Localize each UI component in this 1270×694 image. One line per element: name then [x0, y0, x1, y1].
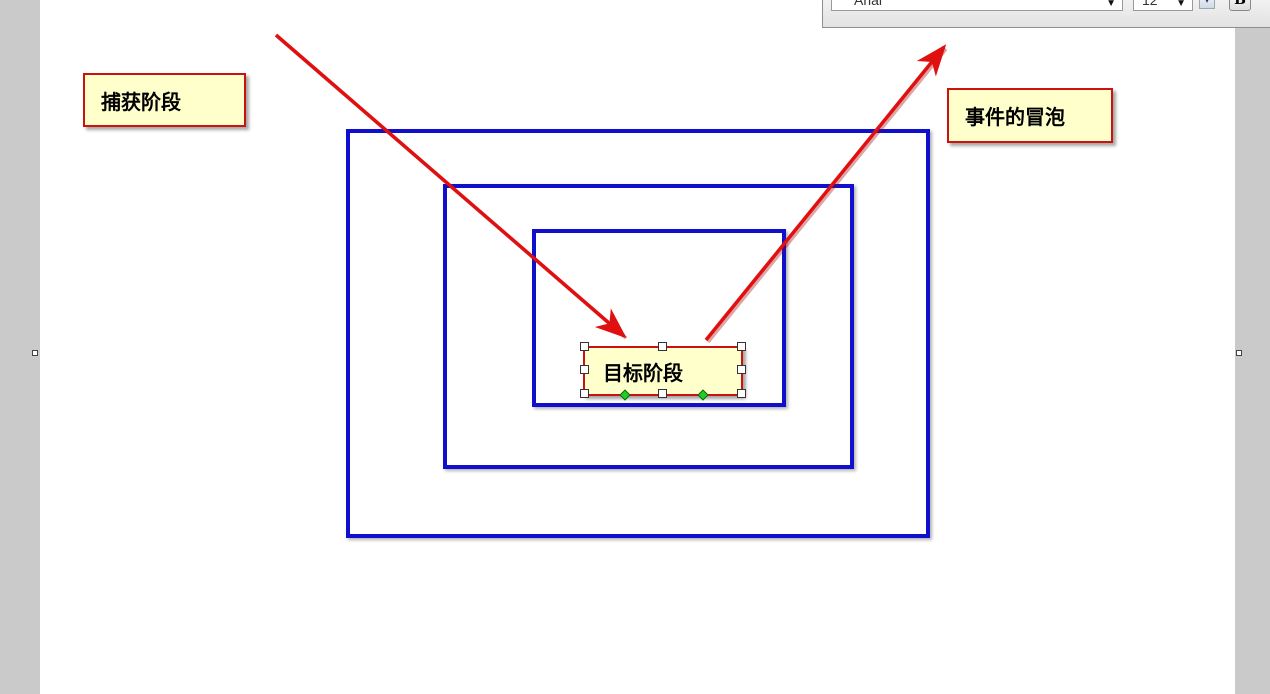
selection-handle-se[interactable] — [737, 389, 746, 398]
editor-canvas: 捕获阶段 事件的冒泡 目标阶段 Arial ▼ 12 ▼ ▾ B — [0, 0, 1270, 694]
selection-handle-ne[interactable] — [737, 342, 746, 351]
selection-handle-s[interactable] — [658, 389, 667, 398]
font-size-select[interactable]: 12 ▼ — [1133, 0, 1193, 11]
formatting-toolbar: Arial ▼ 12 ▼ ▾ B — [822, 0, 1270, 28]
bubble-phase-callout[interactable]: 事件的冒泡 — [947, 88, 1113, 143]
chevron-down-icon: ▼ — [1106, 0, 1116, 9]
bubble-phase-label: 事件的冒泡 — [965, 105, 1065, 129]
bold-label: B — [1234, 0, 1246, 8]
bold-button[interactable]: B — [1229, 0, 1251, 11]
capture-phase-label: 捕获阶段 — [101, 89, 181, 114]
target-phase-label: 目标阶段 — [603, 360, 683, 385]
font-size-value: 12 — [1142, 0, 1158, 8]
selection-handle-nw[interactable] — [580, 342, 589, 351]
font-name-select[interactable]: Arial ▼ — [831, 0, 1123, 11]
capture-phase-callout[interactable]: 捕获阶段 — [83, 73, 246, 127]
selection-handle-e[interactable] — [737, 365, 746, 374]
page-resize-handle-right[interactable] — [1236, 350, 1242, 356]
selection-handle-w[interactable] — [580, 365, 589, 374]
selection-handle-sw[interactable] — [580, 389, 589, 398]
chevron-down-icon: ▼ — [1176, 0, 1186, 9]
selection-handle-n[interactable] — [658, 342, 667, 351]
font-name-value: Arial — [854, 0, 883, 8]
page-resize-handle-left[interactable] — [32, 350, 38, 356]
font-size-spin-icon[interactable]: ▾ — [1199, 0, 1215, 9]
